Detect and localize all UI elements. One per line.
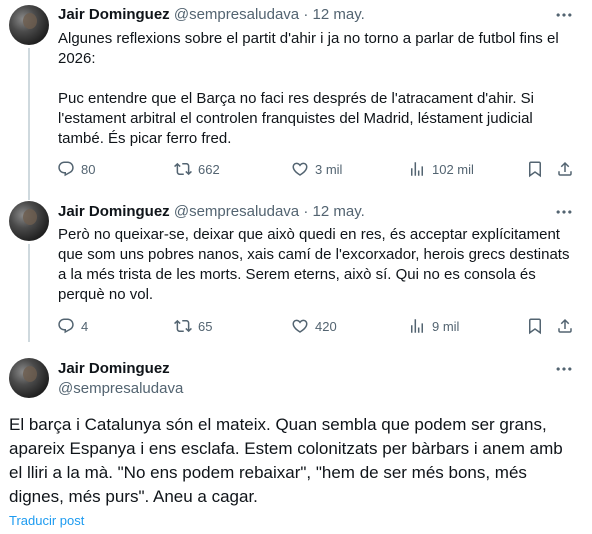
like-count: 420 — [315, 318, 337, 334]
reply-count: 4 — [81, 318, 89, 334]
action-bar: 80 662 3 mil 102 mil — [52, 159, 582, 179]
author-handle[interactable]: @sempresaludava — [174, 6, 299, 23]
retweet-icon — [174, 319, 192, 333]
tweet-text: Algunes reflexions sobre el partit d'ahi… — [58, 30, 559, 147]
tweet-header: Jair Dominguez @sempresaludava · 12 may. — [58, 5, 365, 25]
retweet-button[interactable]: 662 — [174, 159, 220, 179]
author-name[interactable]: Jair Dominguez — [58, 6, 170, 23]
share-button[interactable] — [556, 159, 580, 179]
share-button[interactable] — [556, 316, 580, 336]
retweet-button[interactable]: 65 — [174, 316, 212, 336]
reply-button[interactable]: 4 — [57, 316, 88, 336]
bookmark-button[interactable] — [526, 316, 550, 336]
reply-icon — [58, 161, 74, 177]
more-icon[interactable] — [554, 5, 574, 25]
share-icon — [558, 161, 572, 176]
share-icon — [558, 318, 572, 333]
bookmark-icon — [529, 318, 541, 335]
post-date[interactable]: 12 may. — [313, 203, 365, 220]
views-count: 9 mil — [432, 318, 460, 334]
like-button[interactable]: 420 — [291, 316, 337, 336]
more-icon[interactable] — [554, 202, 574, 222]
views-count: 102 mil — [432, 161, 474, 177]
heart-icon — [292, 162, 308, 176]
like-count: 3 mil — [315, 161, 343, 177]
heart-icon — [292, 319, 308, 333]
tweet-1[interactable]: Jair Dominguez @sempresaludava · 12 may.… — [0, 0, 592, 190]
author-handle[interactable]: @sempresaludava — [58, 379, 183, 399]
avatar[interactable] — [9, 5, 49, 45]
avatar[interactable] — [9, 201, 49, 241]
author-name[interactable]: Jair Dominguez — [58, 359, 183, 379]
views-button[interactable]: 102 mil — [408, 159, 474, 179]
author-handle[interactable]: @sempresaludava — [174, 203, 299, 220]
tweet-header: Jair Dominguez @sempresaludava — [58, 359, 183, 399]
tweet-2[interactable]: Jair Dominguez @sempresaludava · 12 may.… — [0, 195, 592, 345]
like-button[interactable]: 3 mil — [291, 159, 342, 179]
bookmark-button[interactable] — [526, 159, 550, 179]
avatar[interactable] — [9, 358, 49, 398]
post-date[interactable]: 12 may. — [313, 6, 365, 23]
separator-dot: · — [303, 6, 309, 23]
views-icon — [411, 162, 423, 176]
main-tweet: Jair Dominguez @sempresaludava El barça … — [0, 345, 592, 534]
bookmark-icon — [529, 161, 541, 178]
retweet-count: 662 — [198, 161, 220, 177]
reply-button[interactable]: 80 — [57, 159, 95, 179]
action-bar: 4 65 420 9 mil — [52, 316, 582, 336]
retweet-count: 65 — [198, 318, 213, 334]
translate-link[interactable]: Traducir post — [9, 513, 84, 528]
retweet-icon — [174, 162, 192, 176]
more-icon[interactable] — [554, 359, 574, 379]
separator-dot: · — [303, 203, 309, 220]
reply-icon — [58, 318, 74, 334]
tweet-text: Però no queixar-se, deixar que això qued… — [58, 226, 574, 303]
tweet-header: Jair Dominguez @sempresaludava · 12 may. — [58, 202, 365, 222]
main-tweet-text: El barça i Catalunya són el mateix. Quan… — [9, 415, 563, 506]
views-button[interactable]: 9 mil — [408, 316, 459, 336]
views-icon — [411, 319, 423, 333]
author-name[interactable]: Jair Dominguez — [58, 203, 170, 220]
reply-count: 80 — [81, 161, 96, 177]
